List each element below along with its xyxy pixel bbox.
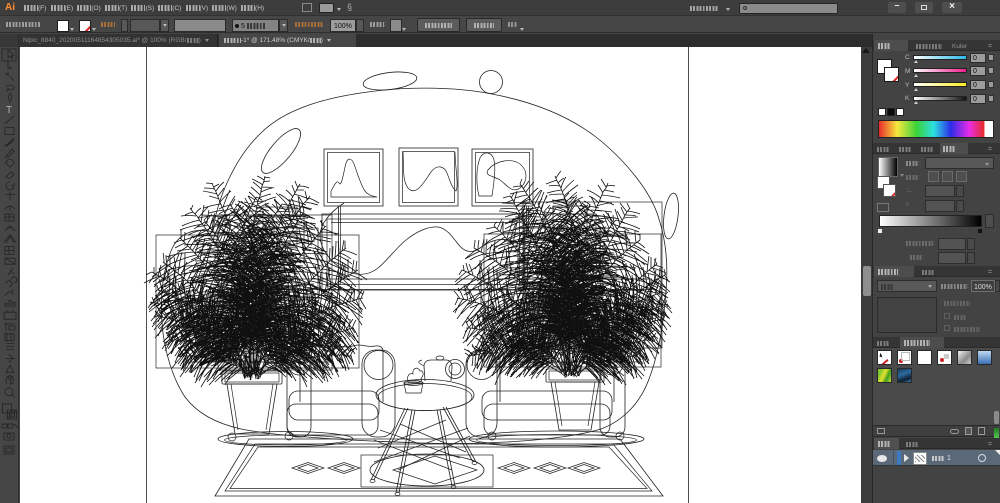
svg-text:T: T (6, 105, 12, 116)
